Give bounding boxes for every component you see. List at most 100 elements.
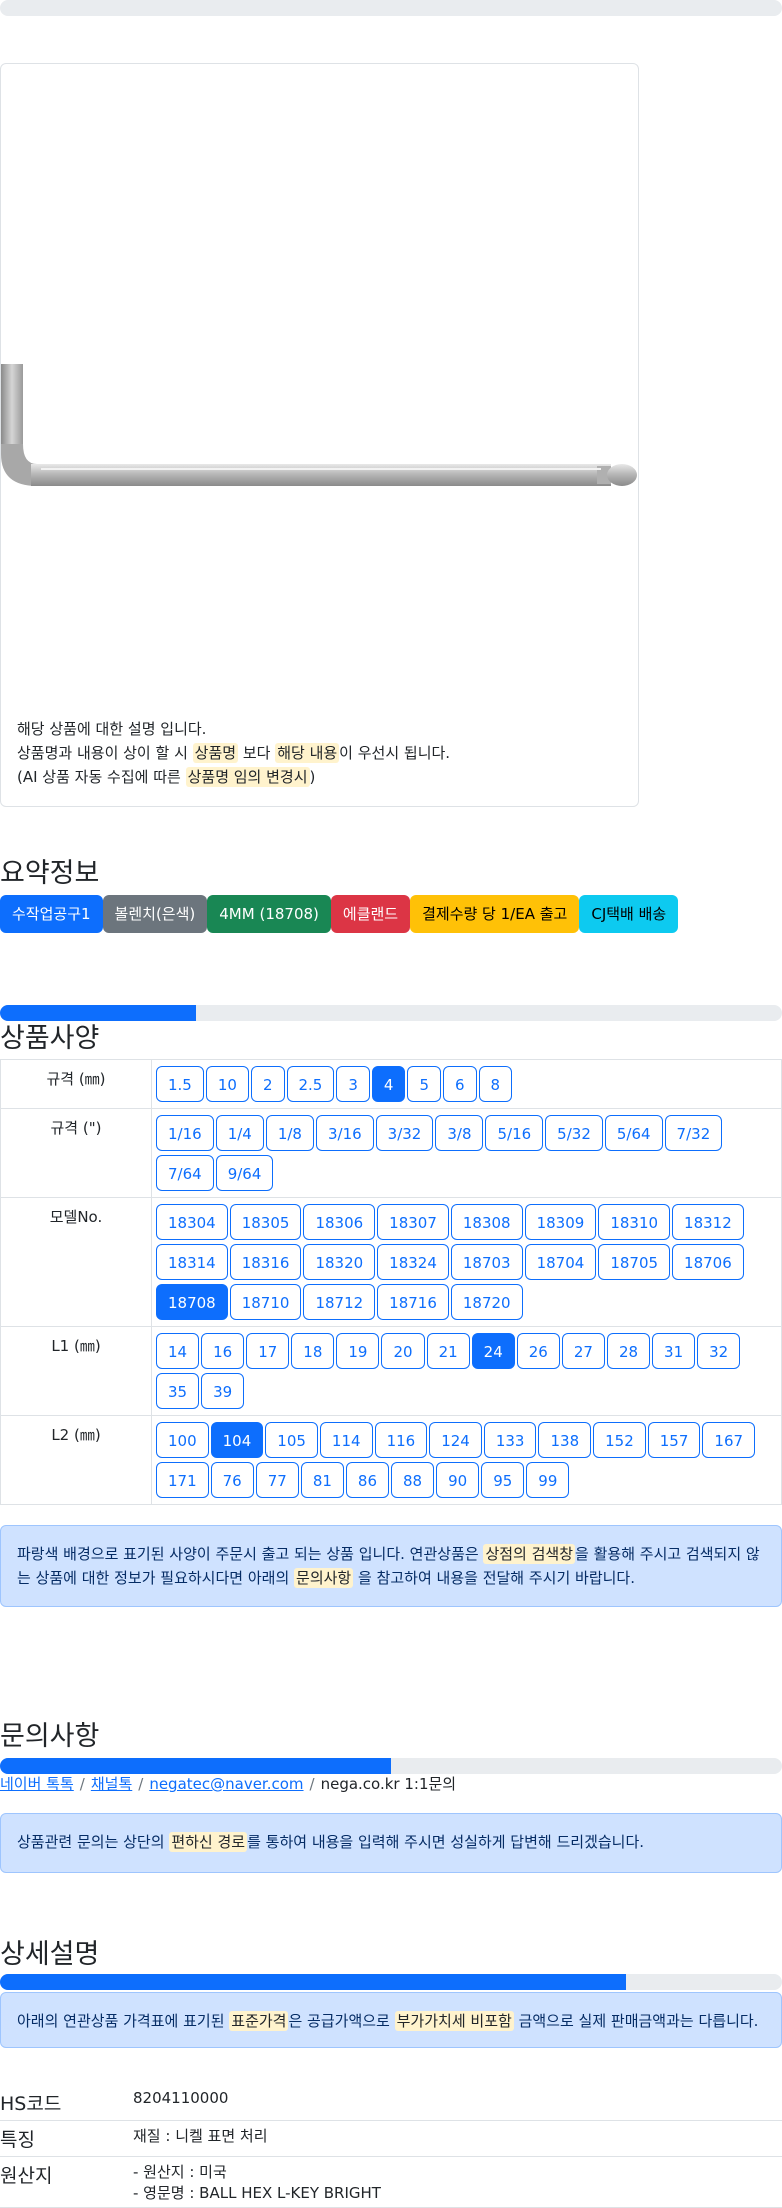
option-button[interactable]: 20 [381,1333,425,1369]
option-button[interactable]: 18720 [450,1284,523,1320]
notice-line-2: 상품명과 내용이 상이 할 시 상품명 보다 해당 내용 이 우선시 됩니다. [17,741,450,765]
option-button-selected[interactable]: 24 [471,1333,515,1369]
option-group: 1.5 10 2 2.5 3 4 5 6 8 [156,1064,777,1104]
option-button[interactable]: 17 [246,1333,290,1369]
option-button[interactable]: 3 [336,1066,370,1102]
option-button[interactable]: 5/32 [545,1115,603,1151]
spec-table: 규격 (㎜) 1.5 10 2 2.5 3 4 5 6 8 규격 (") 1/16 1/4 1/8 3/16… [0,1059,782,1505]
spec-row: 모델No. 18304 18305 18306 18307 18308 18309 18310… [0,1197,782,1327]
option-button[interactable]: 18 [291,1333,335,1369]
option-button[interactable]: 14 [156,1333,200,1369]
option-button[interactable]: 10 [205,1066,249,1102]
option-button[interactable]: 18705 [598,1244,671,1280]
option-button[interactable]: 18316 [229,1244,302,1280]
option-button[interactable]: 88 [391,1462,435,1498]
option-button[interactable]: 95 [481,1462,525,1498]
option-button[interactable]: 3/16 [315,1115,374,1151]
option-button[interactable]: 81 [300,1462,344,1498]
option-button[interactable]: 77 [255,1462,299,1498]
option-button[interactable]: 39 [201,1373,245,1409]
option-button[interactable]: 1/16 [156,1115,214,1151]
option-button[interactable]: 18712 [303,1284,376,1320]
option-button[interactable]: 18312 [672,1204,744,1240]
spec-row: L1 (㎜) 14 16 17 18 19 20 21 24 26 27 28 31 32 35 39 [0,1326,782,1416]
option-button[interactable]: 1/8 [265,1115,314,1151]
option-button[interactable]: 105 [265,1422,318,1458]
option-button[interactable]: 18309 [524,1204,597,1240]
option-button[interactable]: 18310 [598,1204,671,1240]
option-button[interactable]: 124 [429,1422,482,1458]
option-button[interactable]: 19 [336,1333,380,1369]
option-button[interactable]: 6 [443,1066,477,1102]
highlight-search: 상점의 검색창 [483,1544,576,1564]
option-button[interactable]: 18716 [377,1284,449,1320]
notice-line-1: 해당 상품에 대한 설명 입니다. [17,720,207,738]
option-button[interactable]: 1.5 [156,1066,204,1102]
option-button[interactable]: 1/4 [215,1115,264,1151]
option-button[interactable]: 9/64 [215,1155,274,1191]
option-button-selected[interactable]: 4 [371,1066,406,1102]
option-button[interactable]: 18304 [156,1204,228,1240]
product-image-card: 해당 상품에 대한 설명 입니다. 상품명과 내용이 상이 할 시 상품명 보다… [0,63,639,807]
option-button[interactable]: 8 [478,1066,513,1102]
option-button[interactable]: 7/32 [664,1115,723,1151]
option-button[interactable]: 16 [201,1333,245,1369]
option-button[interactable]: 90 [436,1462,480,1498]
option-button[interactable]: 116 [374,1422,428,1458]
spec-label: 규격 (㎜) [0,1059,152,1109]
spec-label: L1 (㎜) [0,1326,152,1416]
summary-badges: 수작업공구1 볼렌치(은색) 4MM (18708) 에클랜드 결제수량 당 1/EA … [0,895,679,933]
spec-row: L2 (㎜) 100 104 105 114 116 124 133 138 152 157 167 1… [0,1415,782,1505]
option-button[interactable]: 100 [156,1422,209,1458]
option-button[interactable]: 5 [407,1066,441,1102]
inquiry-title: 문의사항 [0,1721,100,1752]
option-button[interactable]: 18704 [524,1244,597,1280]
option-button[interactable]: 18307 [377,1204,449,1240]
option-button-selected[interactable]: 104 [210,1422,264,1458]
channel-talk-link[interactable]: 채널톡 [91,1775,132,1793]
option-button[interactable]: 18305 [229,1204,302,1240]
option-button[interactable]: 18703 [450,1244,523,1280]
option-button[interactable]: 27 [561,1333,605,1369]
option-button[interactable]: 26 [516,1333,560,1369]
option-button[interactable]: 76 [210,1462,254,1498]
top-progress-bar [0,0,782,16]
option-button[interactable]: 7/64 [156,1155,214,1191]
option-button[interactable]: 167 [702,1422,756,1458]
option-button[interactable]: 21 [426,1333,470,1369]
option-button[interactable]: 18324 [377,1244,449,1280]
option-button[interactable]: 18706 [672,1244,744,1280]
option-button[interactable]: 152 [593,1422,646,1458]
option-button[interactable]: 3/32 [375,1115,434,1151]
option-button[interactable]: 99 [526,1462,570,1498]
option-button[interactable]: 28 [606,1333,651,1369]
feature-label: 특징 [0,2120,133,2157]
option-button[interactable]: 32 [697,1333,741,1369]
option-button[interactable]: 114 [319,1422,373,1458]
option-button[interactable]: 5/64 [604,1115,663,1151]
inquiry-links: 네이버 톡톡 / 채널톡 / negatec@naver.com / nega.co.kr … [0,1773,456,1794]
option-button[interactable]: 2.5 [286,1066,335,1102]
email-link[interactable]: negatec@naver.com [149,1775,303,1793]
option-button[interactable]: 2 [250,1066,285,1102]
option-button[interactable]: 171 [156,1462,209,1498]
origin-country: - 원산지 : 미국 [133,2163,227,2181]
option-button[interactable]: 35 [156,1373,200,1409]
option-button[interactable]: 31 [652,1333,696,1369]
option-button[interactable]: 157 [647,1422,701,1458]
option-button[interactable]: 18306 [303,1204,376,1240]
option-button-selected[interactable]: 18708 [156,1284,228,1320]
option-button[interactable]: 133 [483,1422,537,1458]
option-button[interactable]: 18308 [450,1204,523,1240]
option-button[interactable]: 5/16 [485,1115,544,1151]
option-button[interactable]: 138 [538,1422,592,1458]
alert-text: 상품관련 문의는 상단의 [17,1833,170,1851]
option-button[interactable]: 18320 [303,1244,376,1280]
option-button[interactable]: 3/8 [435,1115,484,1151]
option-button[interactable]: 18314 [156,1244,228,1280]
separator: / [309,1775,315,1793]
option-button[interactable]: 18710 [229,1284,302,1320]
naver-talk-link[interactable]: 네이버 톡톡 [0,1775,74,1793]
hs-value: 8204110000 [133,2085,782,2121]
option-button[interactable]: 86 [345,1462,390,1498]
